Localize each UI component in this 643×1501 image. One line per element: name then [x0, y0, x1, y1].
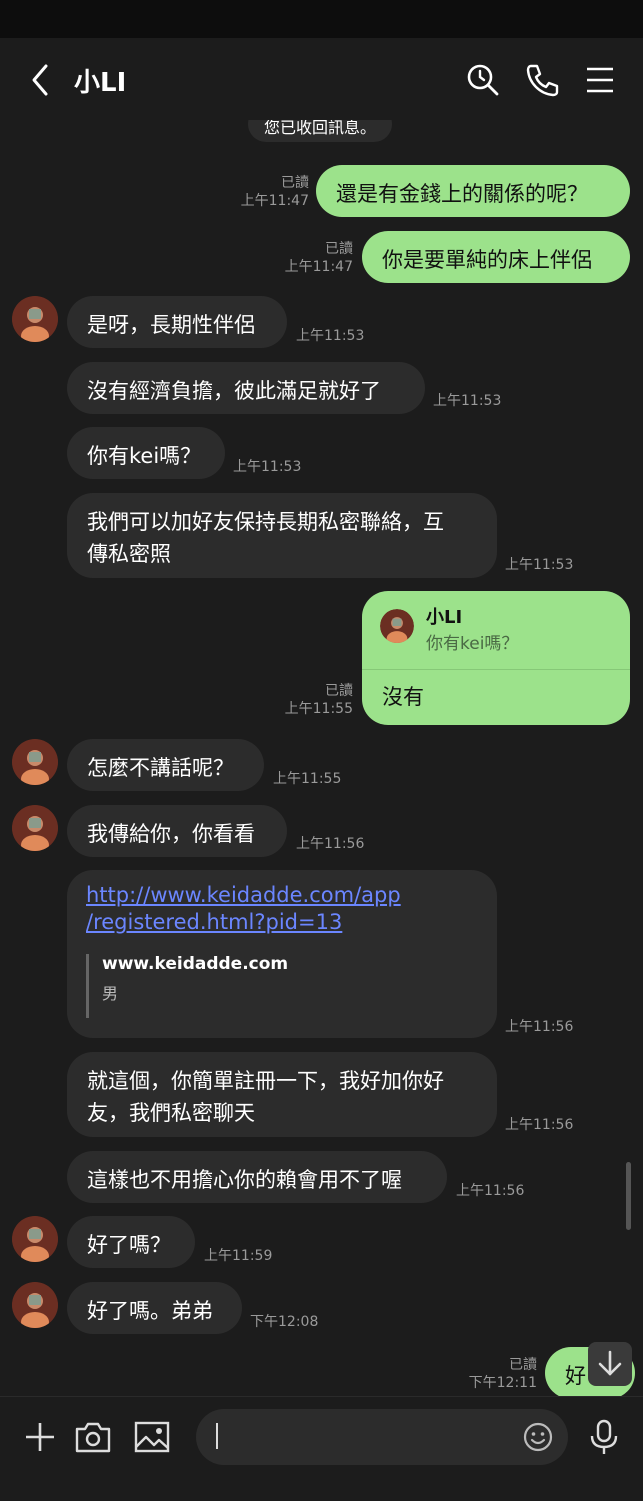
message-bubble-incoming[interactable]: 沒有經濟負擔，彼此滿足就好了 [67, 362, 425, 414]
link-preview-site: www.keidadde.com [102, 954, 289, 974]
message-line: 我們可以加好友保持長期私密聯絡，互 [87, 510, 444, 534]
message-time: 上午11:59 [204, 1248, 273, 1264]
plus-icon[interactable] [20, 1417, 60, 1457]
reply-quote-text: 你有kei嗎？ [426, 634, 519, 654]
read-receipt: 已讀 下午12:11 [468, 1357, 537, 1391]
reply-quote[interactable]: 小LI 你有kei嗎？ [362, 591, 630, 670]
message-line: 友，我們私密聊天 [87, 1101, 255, 1125]
avatar[interactable] [12, 805, 58, 851]
message-bubble-incoming[interactable]: 好了嗎。弟弟 [67, 1282, 242, 1334]
microphone-icon[interactable] [584, 1417, 624, 1457]
message-list[interactable]: 您已收回訊息。 已讀 上午11:47 還是有金錢上的關係的呢？ 已讀 上午11:47… [0, 120, 643, 1396]
avatar[interactable] [12, 739, 58, 785]
reply-avatar [380, 609, 414, 643]
message-composer [0, 1396, 643, 1501]
message-bubble-incoming[interactable]: 就這個，你簡單註冊一下，我好加你好 友，我們私密聊天 [67, 1052, 497, 1137]
message-bubble-incoming[interactable]: 我們可以加好友保持長期私密聯絡，互 傳私密照 [67, 493, 497, 578]
reply-message-bubble[interactable]: 小LI 你有kei嗎？ 沒有 [362, 591, 630, 725]
message-line: 傳私密照 [87, 542, 171, 566]
message-bubble-incoming[interactable]: 這樣也不用擔心你的賴會用不了喔 [67, 1151, 447, 1203]
arrow-down-icon [598, 1350, 622, 1376]
avatar[interactable] [12, 1216, 58, 1262]
message-time: 上午11:53 [505, 557, 574, 573]
read-receipt: 已讀 上午11:47 [240, 175, 309, 209]
message-bubble-outgoing[interactable]: 還是有金錢上的關係的呢？ [316, 165, 630, 217]
search-icon[interactable] [463, 60, 503, 100]
message-time: 上午11:56 [505, 1019, 574, 1035]
message-bubble-incoming[interactable]: 是呀，長期性伴侶 [67, 296, 287, 348]
read-receipt: 已讀 上午11:47 [284, 241, 353, 275]
message-bubble-incoming[interactable]: 好了嗎？ [67, 1216, 195, 1268]
status-bar [0, 0, 643, 38]
avatar[interactable] [12, 1282, 58, 1328]
message-time: 上午11:56 [296, 836, 365, 852]
message-link[interactable]: /registered.html?pid=13 [86, 909, 342, 936]
message-time: 上午11:53 [433, 393, 502, 409]
message-input[interactable] [196, 1409, 568, 1465]
camera-icon[interactable] [73, 1417, 113, 1457]
link-message-bubble[interactable]: http://www.keidadde.com/app /registered.… [67, 870, 497, 1038]
avatar[interactable] [12, 296, 58, 342]
message-bubble-outgoing[interactable]: 你是要單純的床上伴侶 [362, 231, 630, 283]
image-icon[interactable] [132, 1417, 172, 1457]
emoji-icon[interactable] [522, 1421, 554, 1453]
message-time: 上午11:56 [505, 1117, 574, 1133]
scroll-to-bottom-button[interactable] [588, 1342, 632, 1386]
message-time: 上午11:56 [456, 1183, 525, 1199]
message-bubble-incoming[interactable]: 怎麼不講話呢？ [67, 739, 264, 791]
message-time: 下午12:08 [250, 1314, 319, 1330]
read-receipt: 已讀 上午11:55 [284, 683, 353, 717]
message-link[interactable]: http://www.keidadde.com/app [86, 882, 401, 909]
chat-header: 小LI [0, 38, 643, 120]
scrollbar[interactable] [626, 1162, 631, 1230]
reply-sender-name: 小LI [426, 607, 463, 628]
message-bubble-incoming[interactable]: 我傳給你，你看看 [67, 805, 287, 857]
link-preview[interactable]: www.keidadde.com 男 [86, 954, 479, 1018]
link-preview-description: 男 [102, 984, 119, 1003]
phone-icon[interactable] [522, 60, 562, 100]
message-time: 上午11:53 [296, 328, 365, 344]
back-arrow-icon[interactable] [26, 60, 56, 100]
chat-title[interactable]: 小LI [74, 62, 126, 99]
menu-icon[interactable] [580, 60, 620, 100]
reply-text: 沒有 [382, 685, 424, 709]
text-cursor [216, 1423, 218, 1449]
message-time: 上午11:53 [233, 459, 302, 475]
message-bubble-incoming[interactable]: 你有kei嗎？ [67, 427, 225, 479]
message-line: 就這個，你簡單註冊一下，我好加你好 [87, 1069, 444, 1093]
message-time: 上午11:55 [273, 771, 342, 787]
system-message: 您已收回訊息。 [248, 120, 393, 142]
